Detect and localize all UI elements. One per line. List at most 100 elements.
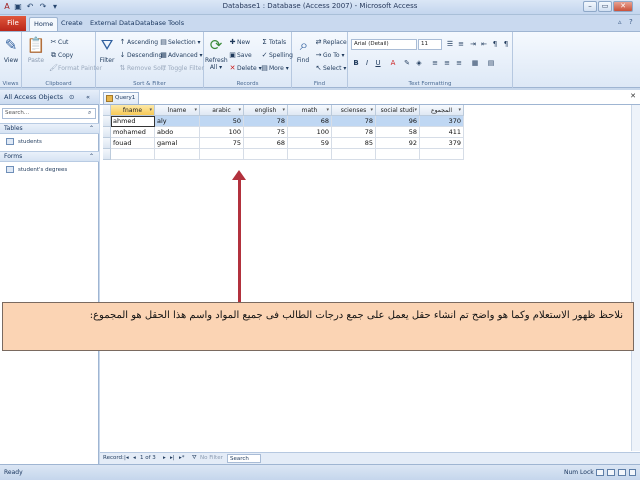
italic-icon[interactable]: I [362,58,372,68]
nav-group-forms[interactable]: Forms ⌃ [0,151,99,162]
gridlines-icon[interactable]: ▦ [470,58,480,68]
underline-icon[interactable]: U [373,58,383,68]
column-dropdown-icon[interactable]: ▾ [458,105,461,115]
column-header[interactable]: المجموع ▾ [420,105,464,116]
outdent-icon[interactable]: ⇤ [479,39,489,49]
align-right-icon[interactable]: ≡ [454,58,464,68]
table-cell[interactable]: 50 [200,116,244,127]
close-document-icon[interactable]: ✕ [630,92,636,100]
nav-group-tables[interactable]: Tables ⌃ [0,123,99,134]
cut-button[interactable]: ✂ Cut [49,37,69,47]
goto-button[interactable]: → Go To ▾ [314,50,345,60]
nav-search-input[interactable]: Search... [2,108,96,119]
highlight-icon[interactable]: ✎ [402,58,412,68]
table-cell[interactable]: 411 [420,127,464,138]
shutter-bar-close-icon[interactable]: « [86,90,90,105]
tab-file[interactable]: File [0,16,26,31]
copy-button[interactable]: ⧉ Copy [49,50,73,60]
nav-item-student-degrees[interactable]: student's degrees [6,165,67,175]
new-record-cell[interactable] [155,149,200,160]
minimize-ribbon-icon[interactable]: ▵ [618,18,622,26]
current-record-box[interactable]: 1 of 3 [140,453,156,464]
column-header[interactable]: fname ▾ [111,105,155,116]
new-record-cell[interactable] [420,149,464,160]
close-button[interactable]: ✕ [613,1,633,12]
table-cell[interactable]: 68 [244,138,288,149]
row-selector[interactable] [103,127,111,138]
vertical-scrollbar[interactable] [631,105,640,451]
selection-button[interactable]: ▤Selection ▾ [159,37,200,47]
column-dropdown-icon[interactable]: ▾ [370,105,373,115]
new-record-button[interactable]: ✚ New [228,37,251,47]
bullets-icon[interactable]: ☰ [445,39,455,49]
nav-item-students[interactable]: students [6,137,42,147]
new-record-nav-icon[interactable]: ▸* [179,453,185,464]
spelling-button[interactable]: ✓ Spelling [260,50,293,60]
column-header[interactable]: scienses ▾ [332,105,376,116]
record-search-input[interactable]: Search [227,454,261,463]
column-header[interactable]: english ▾ [244,105,288,116]
last-record-icon[interactable]: ▸| [170,453,175,464]
filter-status[interactable]: No Filter [200,453,223,464]
new-record-cell[interactable] [200,149,244,160]
previous-record-icon[interactable]: ◂ [133,453,136,464]
new-record-cell[interactable] [111,149,155,160]
table-cell[interactable]: 85 [332,138,376,149]
table-cell[interactable]: ahmed [111,116,155,127]
tab-create[interactable]: Create [57,17,87,31]
table-cell[interactable]: 92 [376,138,420,149]
design-view-icon[interactable] [629,469,636,476]
select-button[interactable]: ↖ Select ▾ [314,63,347,73]
column-dropdown-icon[interactable]: ▾ [149,105,152,115]
ascending-button[interactable]: ↑ Ascending [118,37,159,47]
table-cell[interactable]: 75 [244,127,288,138]
table-cell[interactable]: 59 [288,138,332,149]
table-cell[interactable]: 100 [200,127,244,138]
tab-database-tools[interactable]: Database Tools [131,17,188,31]
rtl-icon[interactable]: ¶ [501,39,511,49]
column-header[interactable]: arabic ▾ [200,105,244,116]
new-record-cell[interactable] [376,149,420,160]
align-left-icon[interactable]: ≡ [430,58,440,68]
table-cell[interactable]: 58 [376,127,420,138]
minimize-button[interactable]: – [583,1,597,12]
column-dropdown-icon[interactable]: ▾ [194,105,197,115]
font-color-icon[interactable]: A [388,58,398,68]
totals-button[interactable]: Σ Totals [260,37,286,47]
align-center-icon[interactable]: ≡ [442,58,452,68]
view-button[interactable]: ✎ View [1,35,21,64]
nav-menu-dropdown-icon[interactable]: ⊙ [69,90,74,105]
advanced-button[interactable]: ▦Advanced ▾ [159,50,202,60]
indent-icon[interactable]: ⇥ [468,39,478,49]
datasheet-view-icon[interactable] [596,469,604,476]
next-record-icon[interactable]: ▸ [163,453,166,464]
table-cell[interactable]: 68 [288,116,332,127]
table-cell[interactable]: aly [155,116,200,127]
row-selector[interactable] [103,138,111,149]
filter-button[interactable]: ⛛ Filter [97,35,117,64]
font-name-select[interactable]: Arial (Detail) [351,39,417,50]
table-cell[interactable]: mohamed [111,127,155,138]
new-record-cell[interactable] [288,149,332,160]
paste-button[interactable]: 📋 Paste [25,35,47,64]
alternate-row-color-icon[interactable]: ▤ [486,58,496,68]
ltr-icon[interactable]: ¶ [490,39,500,49]
tab-home[interactable]: Home [29,17,59,31]
toggle-filter-button[interactable]: ▽ Toggle Filter [159,63,204,73]
help-icon[interactable]: ? [629,18,633,26]
select-all-corner[interactable] [103,105,111,116]
restore-button[interactable]: ▭ [598,1,612,12]
nav-pane-header[interactable]: All Access Objects ⊙ « [0,90,99,105]
table-cell[interactable]: 379 [420,138,464,149]
column-dropdown-icon[interactable]: ▾ [414,105,417,115]
table-cell[interactable]: 78 [332,127,376,138]
column-dropdown-icon[interactable]: ▾ [282,105,285,115]
refresh-all-button[interactable]: ⟳ Refresh All ▾ [205,35,228,71]
first-record-icon[interactable]: |◂ [124,453,129,464]
table-cell[interactable]: 370 [420,116,464,127]
column-dropdown-icon[interactable]: ▾ [326,105,329,115]
table-cell[interactable]: gamal [155,138,200,149]
bold-icon[interactable]: B [351,58,361,68]
column-header[interactable]: math ▾ [288,105,332,116]
replace-button[interactable]: ⇄ Replace [314,37,347,47]
